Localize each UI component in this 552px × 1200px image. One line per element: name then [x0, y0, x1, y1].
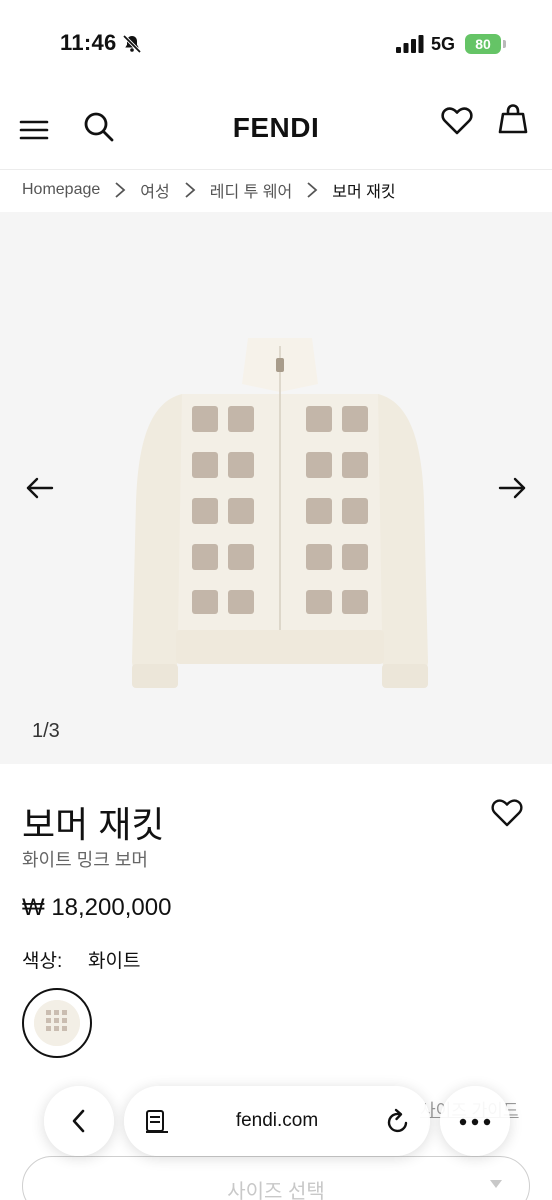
color-row: 색상: 화이트	[22, 946, 140, 973]
product-gallery[interactable]: 1/3	[0, 212, 552, 764]
status-bar: 11:46 5G 80	[0, 0, 552, 90]
caret-down-icon	[490, 1180, 502, 1188]
breadcrumb-current: 보머 재킷	[332, 184, 396, 201]
more-options-button[interactable]	[440, 1086, 510, 1156]
color-value: 화이트	[88, 951, 141, 972]
chevron-right-icon	[307, 182, 318, 198]
bell-muted-icon	[122, 34, 142, 54]
product-price: ₩ 18,200,000	[22, 894, 172, 921]
breadcrumb-women[interactable]: 여성	[140, 178, 169, 202]
battery-icon: 80	[465, 34, 501, 54]
chevron-right-icon	[115, 182, 126, 198]
browser-toolbar: fendi.com	[0, 1082, 552, 1162]
color-swatch-white[interactable]	[22, 988, 92, 1058]
breadcrumb-ready-to-wear[interactable]: 레디 투 웨어	[210, 178, 293, 202]
product-subtitle: 화이트 밍크 보머	[22, 850, 148, 870]
shopping-bag-icon[interactable]	[496, 102, 530, 136]
chevron-left-icon	[72, 1109, 85, 1133]
size-select[interactable]: 사이즈 선택	[22, 1156, 530, 1200]
swatch-thumbnail	[34, 1000, 80, 1046]
signal-icon	[396, 35, 424, 53]
color-label: 색상:	[22, 951, 63, 972]
add-to-wishlist-heart-icon[interactable]	[490, 796, 524, 830]
network-type: 5G	[431, 34, 456, 54]
product-image[interactable]	[120, 332, 440, 732]
chevron-right-icon	[185, 182, 196, 198]
more-dots-icon	[459, 1118, 491, 1126]
breadcrumb-homepage[interactable]: Homepage	[22, 181, 100, 199]
arrow-left-icon[interactable]	[24, 474, 56, 502]
site-header: FENDI	[0, 90, 552, 170]
reload-icon[interactable]	[384, 1108, 412, 1136]
address-bar[interactable]: fendi.com	[124, 1086, 430, 1156]
battery-tip	[503, 40, 506, 48]
browser-back-button[interactable]	[44, 1086, 114, 1156]
product-title: 보머 재킷	[22, 804, 165, 845]
arrow-right-icon[interactable]	[496, 474, 528, 502]
breadcrumb: Homepage 여성 레디 투 웨어 보머 재킷	[22, 170, 396, 210]
wishlist-heart-icon[interactable]	[440, 104, 474, 138]
image-counter: 1/3	[32, 720, 60, 742]
status-time: 11:46	[60, 30, 117, 55]
size-select-label: 사이즈 선택	[227, 1181, 325, 1200]
